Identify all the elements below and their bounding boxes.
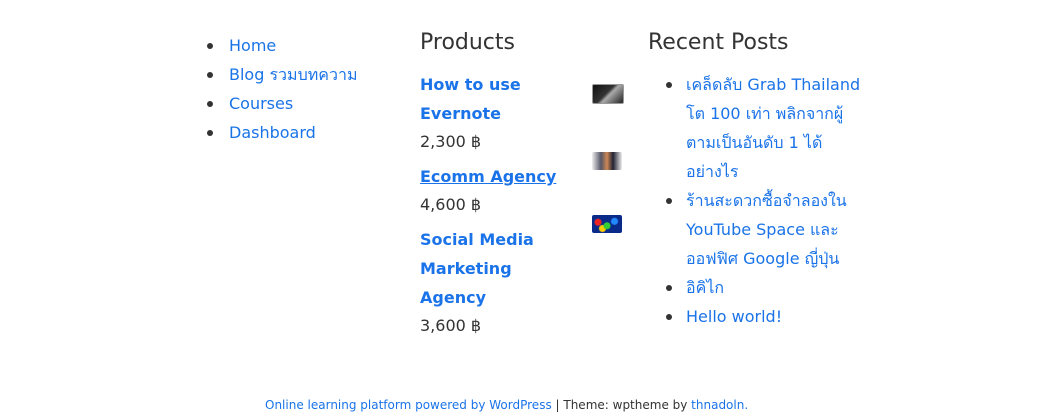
nav-link-home[interactable]: Home [229, 36, 276, 55]
recent-posts-title: Recent Posts [648, 30, 789, 55]
product-item: Social Media Marketing Agency 3,600 ฿ [420, 215, 640, 340]
bullet-icon [207, 72, 213, 78]
product-thumbnail-icon[interactable] [592, 84, 624, 104]
nav-link-courses[interactable]: Courses [229, 94, 293, 113]
products-widget: Products How to use Evernote 2,300 ฿ Eco… [420, 28, 640, 346]
recent-post-link[interactable]: เคล็ดลับ Grab Thailand โต 100 เท่า พลิกจ… [686, 75, 860, 181]
bullet-icon [207, 130, 213, 136]
bullet-icon [666, 82, 672, 88]
product-link-evernote[interactable]: How to use Evernote [420, 70, 580, 128]
nav-item-courses: Courses [205, 89, 395, 118]
bullet-icon [666, 285, 672, 291]
bullet-icon [666, 314, 672, 320]
product-thumbnail-icon[interactable] [592, 215, 622, 233]
product-price: 3,600 ฿ [420, 316, 482, 335]
bullet-icon [207, 101, 213, 107]
product-link-ecomm-agency[interactable]: Ecomm Agency [420, 162, 580, 191]
recent-post-link[interactable]: ร้านสะดวกซื้อจำลองใน YouTube Space และออ… [686, 191, 847, 268]
footer-separator: | Theme: wptheme by [551, 398, 692, 412]
footer-platform-link[interactable]: Online learning platform powered by Word… [265, 398, 552, 412]
nav-item-home: Home [205, 31, 395, 60]
bullet-icon [666, 198, 672, 204]
bullet-icon [207, 43, 213, 49]
recent-post-item: อิคิไก [648, 273, 868, 302]
product-item: How to use Evernote 2,300 ฿ [420, 70, 640, 156]
nav-menu: Home Blog รวมบทความ Courses Dashboard [205, 31, 395, 147]
product-thumbnail-icon[interactable] [592, 152, 622, 170]
recent-post-item: เคล็ดลับ Grab Thailand โต 100 เท่า พลิกจ… [648, 70, 868, 186]
nav-link-dashboard[interactable]: Dashboard [229, 123, 316, 142]
nav-link-blog[interactable]: Blog รวมบทความ [229, 65, 358, 84]
recent-post-link[interactable]: Hello world! [686, 307, 782, 326]
footer-author-link[interactable]: thnadoln. [691, 398, 748, 412]
recent-post-link[interactable]: อิคิไก [686, 278, 724, 297]
recent-post-item: ร้านสะดวกซื้อจำลองใน YouTube Space และออ… [648, 186, 868, 273]
recent-post-item: Hello world! [648, 302, 868, 331]
nav-item-dashboard: Dashboard [205, 118, 395, 147]
products-title: Products [420, 30, 515, 55]
recent-posts-widget: Recent Posts เคล็ดลับ Grab Thailand โต 1… [648, 28, 868, 331]
product-link-social-media[interactable]: Social Media Marketing Agency [420, 225, 580, 312]
product-item: Ecomm Agency 4,600 ฿ [420, 152, 640, 219]
nav-item-blog: Blog รวมบทความ [205, 60, 395, 89]
site-footer: Online learning platform powered by Word… [265, 398, 748, 412]
